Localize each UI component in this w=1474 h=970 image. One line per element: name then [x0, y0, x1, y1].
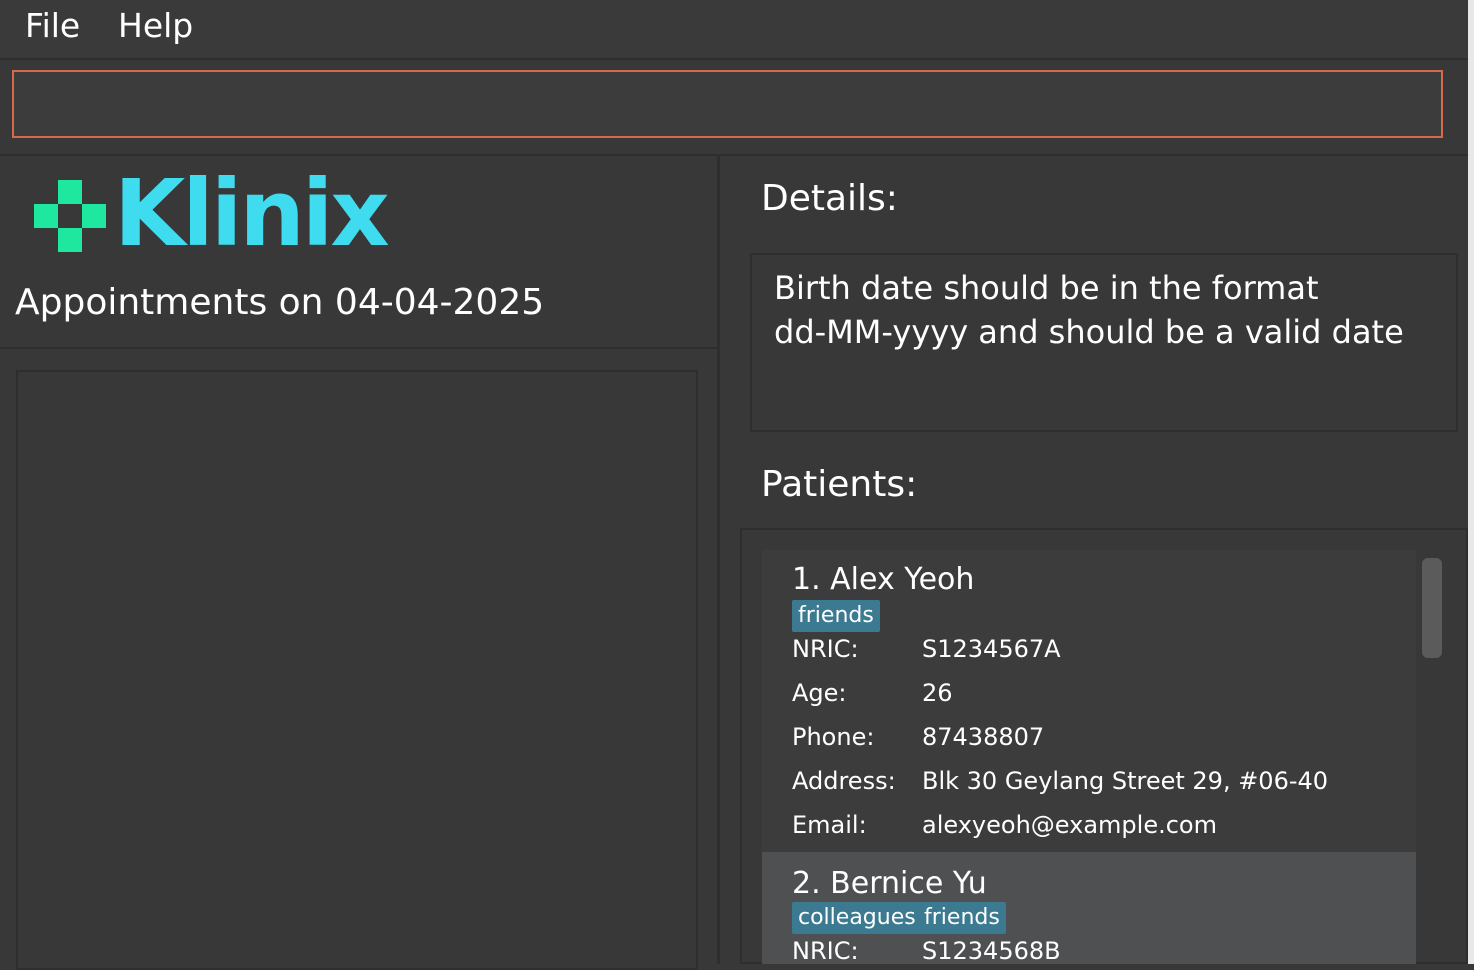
- result-message: Birth date should be in the format dd-MM…: [774, 266, 1434, 354]
- patient-name: 1. Alex Yeoh: [792, 562, 975, 597]
- divider: [0, 347, 720, 349]
- patient-card[interactable]: 1. Alex Yeoh friends NRIC: S1234567A Age…: [762, 550, 1416, 852]
- appointment-list[interactable]: [16, 370, 698, 970]
- address-value: Blk 30 Geylang Street 29, #06-40: [922, 767, 1329, 795]
- result-message-line: Birth date should be in the format: [774, 269, 1319, 307]
- address-label: Address:: [792, 767, 896, 795]
- menu-file[interactable]: File: [25, 6, 80, 45]
- command-input[interactable]: [12, 70, 1443, 138]
- menu-bar: File Help: [0, 0, 1474, 60]
- klinix-cross-icon: [34, 180, 106, 252]
- patient-name: 2. Bernice Yu: [792, 866, 987, 901]
- appointments-title: Appointments on 04-04-2025: [15, 282, 545, 323]
- tag-badge: friends: [918, 902, 1006, 934]
- nric-value: S1234568B: [922, 937, 1061, 965]
- phone-label: Phone:: [792, 723, 875, 751]
- result-message-line: dd-MM-yyyy and should be a valid date: [774, 313, 1404, 351]
- patient-card[interactable]: 2. Bernice Yu colleagues friends NRIC: S…: [762, 852, 1416, 965]
- email-value: alexyeoh@example.com: [922, 811, 1217, 839]
- age-value: 26: [922, 679, 953, 707]
- patient-list-scrollbar[interactable]: [1422, 558, 1442, 658]
- details-label: Details:: [761, 178, 898, 219]
- phone-value: 87438807: [922, 723, 1045, 751]
- menu-help[interactable]: Help: [118, 6, 193, 45]
- nric-label: NRIC:: [792, 635, 859, 663]
- tag-badge: friends: [792, 600, 880, 632]
- patients-label: Patients:: [761, 464, 918, 505]
- email-label: Email:: [792, 811, 867, 839]
- window-edge: [1468, 0, 1474, 964]
- nric-label: NRIC:: [792, 937, 859, 965]
- nric-value: S1234567A: [922, 635, 1061, 663]
- tag-badge: colleagues: [792, 902, 922, 934]
- app-logo-text: Klinix: [114, 160, 390, 267]
- age-label: Age:: [792, 679, 847, 707]
- command-box-area: [0, 60, 1474, 156]
